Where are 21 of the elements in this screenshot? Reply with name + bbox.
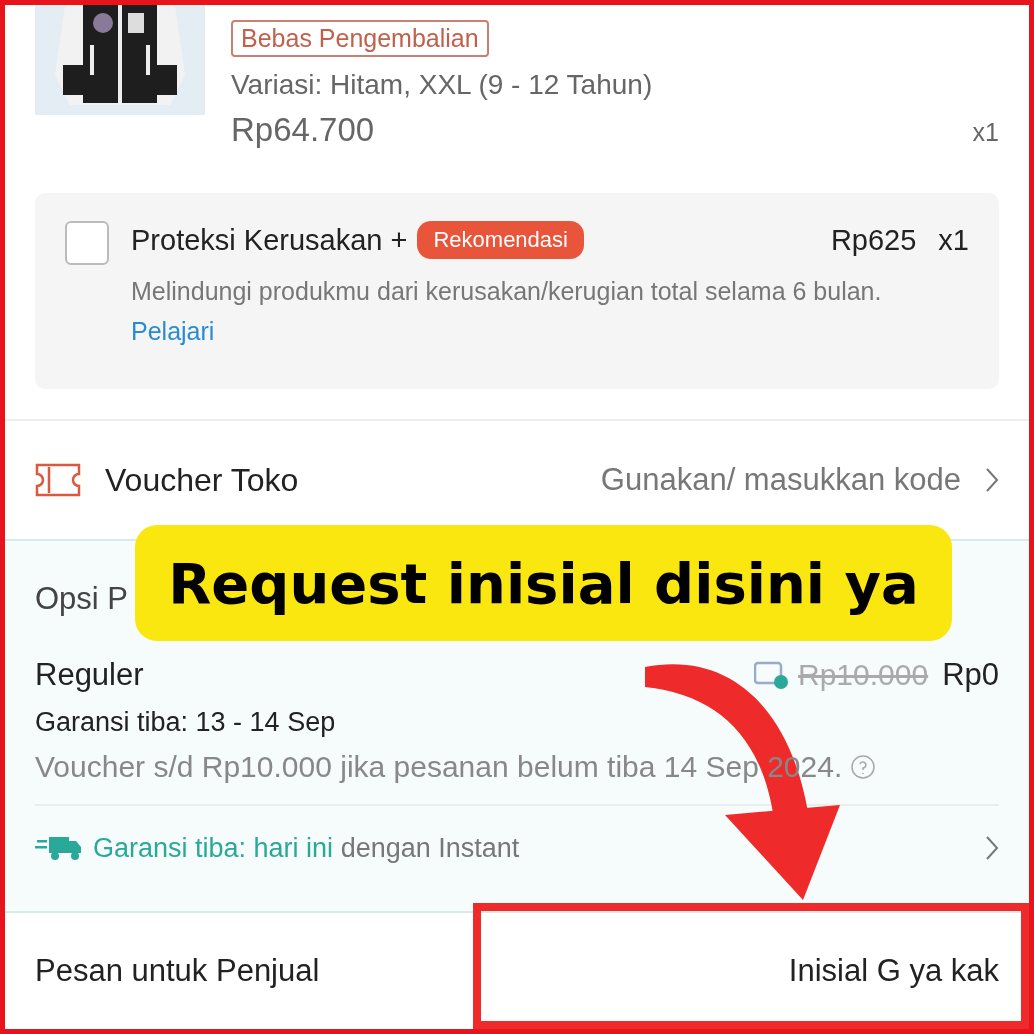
message-field[interactable]: Inisial G ya kak	[788, 953, 999, 989]
old-shipping-price: Rp10.000	[798, 658, 929, 692]
message-label: Pesan untuk Penjual	[35, 953, 320, 989]
return-tag: Bebas Pengembalian	[231, 20, 489, 57]
voucher-label: Voucher Toko	[105, 461, 299, 499]
protection-description: Melindungi produkmu dari kerusakan/kerugian total selama 6 bulan. Pelajari	[131, 276, 883, 347]
variation-text: Variasi: Hitam, XXL (9 - 12 Tahun)	[231, 69, 653, 101]
protection-title: Proteksi Kerusakan +	[131, 223, 408, 257]
instant-delivery-text[interactable]: Garansi tiba: hari ini dengan Instant	[93, 832, 520, 864]
arrival-guarantee: Garansi tiba: 13 - 14 Sep	[35, 707, 336, 738]
shipping-heading: Opsi P	[35, 581, 129, 617]
product-price: Rp64.700	[231, 111, 375, 149]
shipping-price: Rp0	[942, 657, 999, 693]
product-quantity: x1	[972, 118, 999, 147]
recommend-badge: Rekomendasi	[417, 221, 584, 259]
annotation-banner: Request inisial disini ya	[135, 525, 952, 641]
protection-quantity: x1	[938, 223, 969, 257]
learn-link[interactable]: Pelajari	[131, 317, 215, 345]
protection-price: Rp625	[830, 223, 917, 257]
shipping-name: Reguler	[35, 657, 144, 693]
voucher-link[interactable]: Gunakan/ masukkan kode	[600, 462, 961, 498]
